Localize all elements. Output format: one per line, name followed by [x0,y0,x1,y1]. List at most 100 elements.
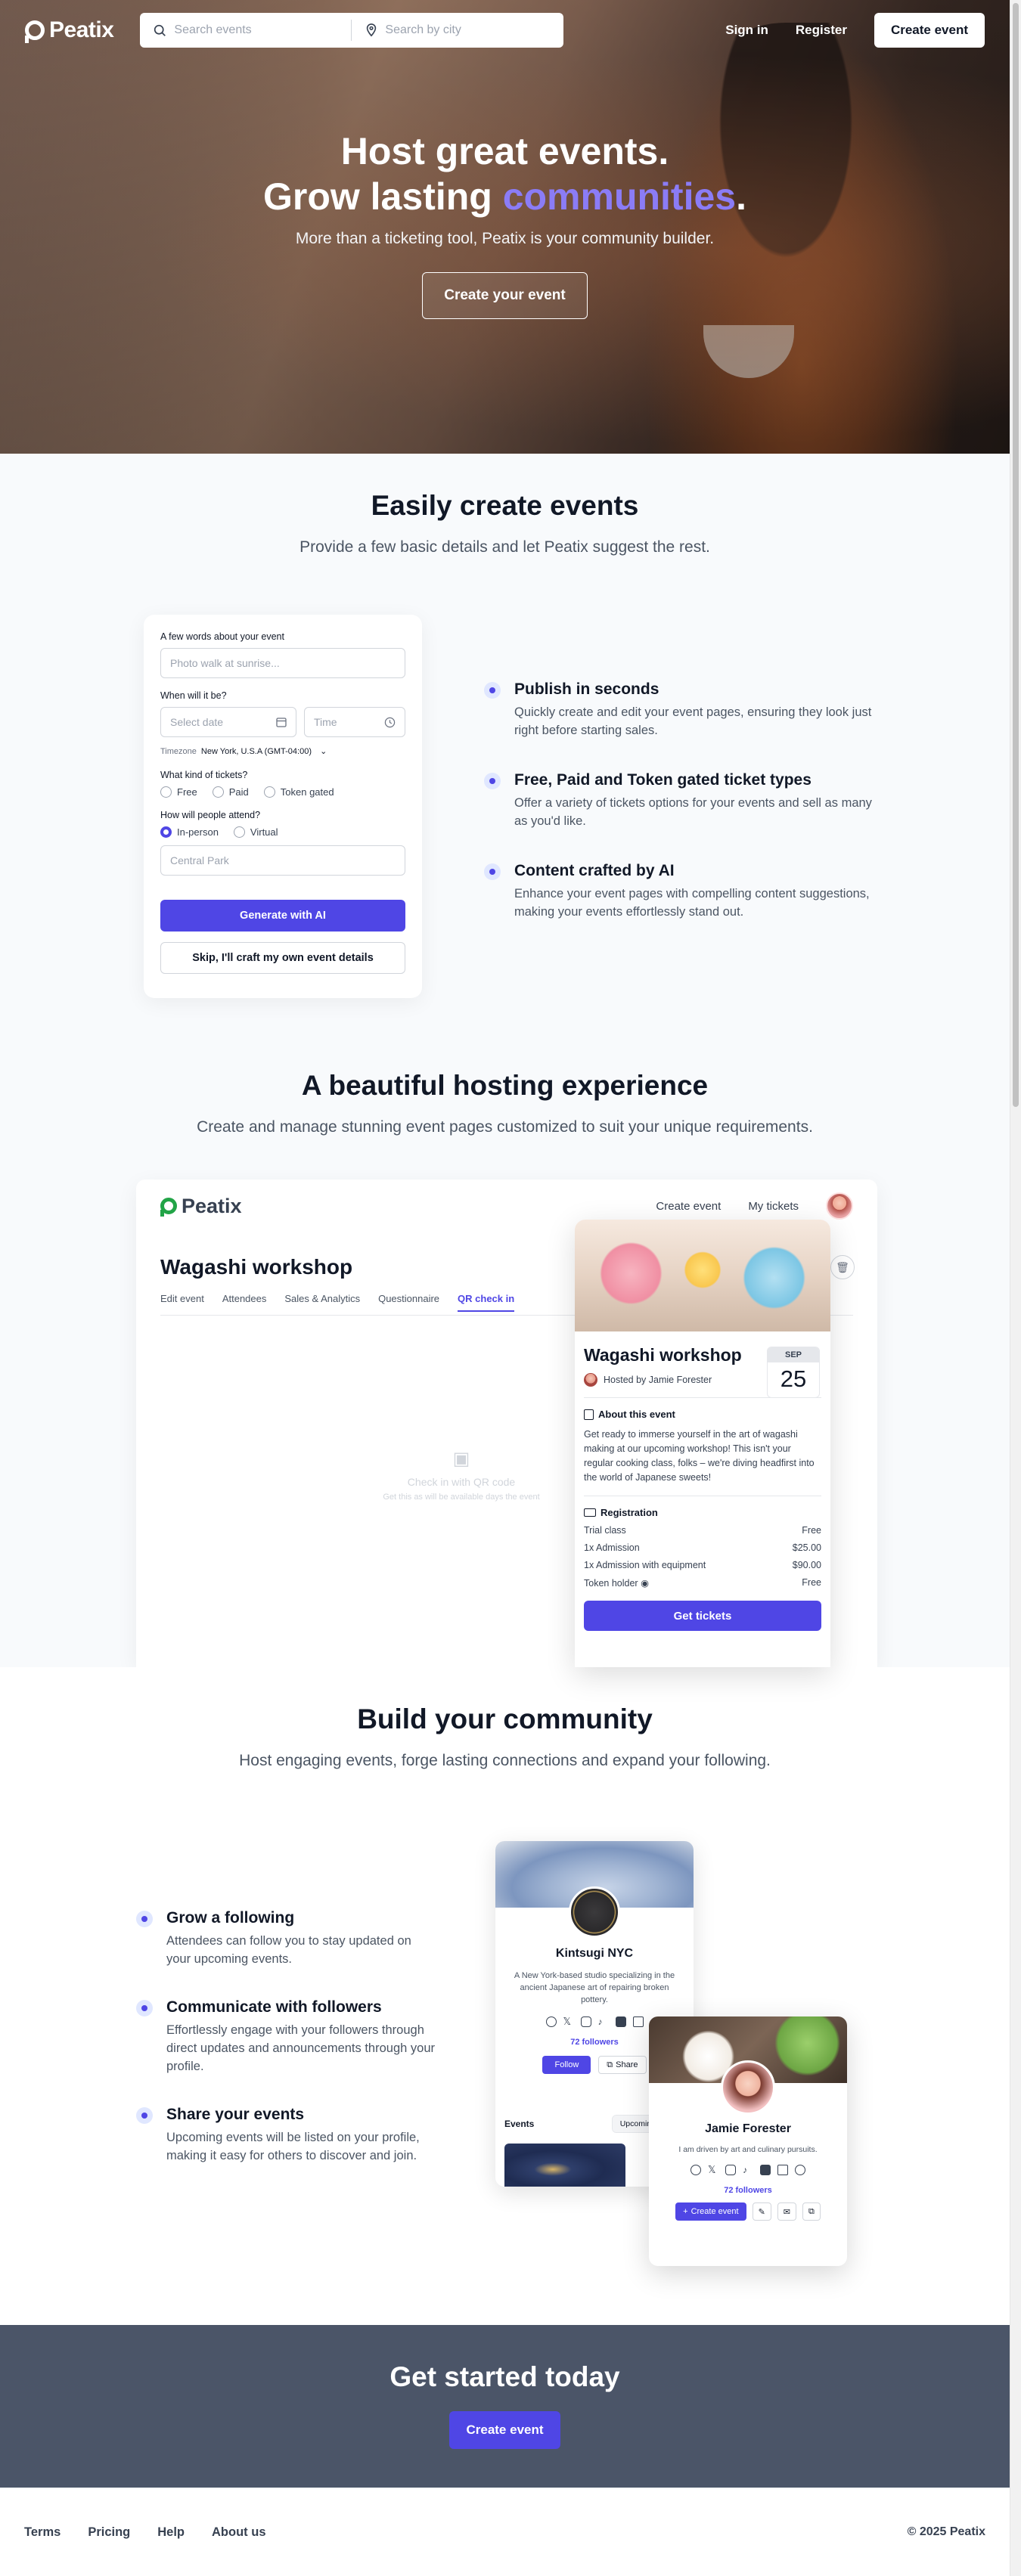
share-icon: ⧉ [808,2206,815,2216]
radio-label: In-person [177,826,219,838]
peatix-logo[interactable]: Peatix [25,17,114,43]
mock-event-tabs: Edit event Attendees Sales & Analytics Q… [160,1293,515,1312]
about-placeholder: Photo walk at sunrise... [170,657,280,669]
timezone-selector[interactable]: Timezone New York, U.S.A (GMT-04:00) ⌄ [160,746,405,756]
attend-option-virtual[interactable]: Virtual [233,826,278,838]
page: Peatix Search events Search by city Sign… [0,0,1010,2576]
attend-option-in-person[interactable]: In-person [160,826,219,838]
ticket-name: 1x Admission [584,1542,640,1553]
feature-title: Content crafted by AI [514,862,675,879]
mock-nav-links: Create event My tickets [656,1192,853,1220]
ticket-name: Token holder [584,1578,638,1589]
feature-item: Publish in seconds Quickly create and edi… [484,680,877,739]
bullet-dot-icon [136,2107,153,2124]
instagram-icon [580,2016,591,2027]
peatix-logo-text: Peatix [49,17,114,42]
ticket-option-paid[interactable]: Paid [212,786,249,798]
create-section-title: Easily create events [371,490,639,521]
generate-with-ai-button[interactable]: Generate with AI [160,900,405,932]
footer-link-about[interactable]: About us [212,2525,266,2540]
footer-links: Terms Pricing Help About us [24,2525,266,2540]
mock-create-event-link: Create event [656,1199,722,1213]
ticket-row: Token holder ◉ Free [584,1577,821,1589]
get-started-create-event-button[interactable]: Create event [449,2411,560,2449]
mock-my-tickets-link: My tickets [748,1199,799,1213]
profile-name: Jamie Forester [705,2122,791,2135]
chevron-down-icon: ⌄ [320,747,327,756]
date-input[interactable]: Select date [160,707,296,737]
time-input[interactable]: Time [304,707,405,737]
community-section-subtitle: Host engaging events, forge lasting conn… [239,1752,771,1769]
radio-label: Paid [228,786,249,798]
qr-empty-state: ▣ Check in with QR code Get this as will… [310,1448,613,1502]
sign-in-link[interactable]: Sign in [725,23,768,38]
radio-circle [263,786,275,798]
about-heading: About this event [584,1409,821,1420]
event-card-body: Wagashi workshop Hosted by Jamie Foreste… [575,1331,830,1631]
radio-circle-selected [160,826,172,838]
about-input[interactable]: Photo walk at sunrise... [160,648,405,678]
create-event-button[interactable]: Create event [874,13,985,48]
copyright: © 2025 Peatix [907,2525,985,2538]
register-link[interactable]: Register [796,23,847,38]
calendar-icon [276,718,287,727]
community-features-list: Grow a following Attendees can follow you… [136,1909,439,2195]
host-section-subtitle: Create and manage stunning event pages c… [197,1118,813,1136]
bullet-dot-icon [484,773,501,789]
location-input[interactable]: Central Park [160,845,405,876]
mock-event-title: Wagashi workshop [160,1255,353,1279]
create-section-subtitle: Provide a few basic details and let Peat… [299,538,710,556]
ticket-option-token-gated[interactable]: Token gated [263,786,334,798]
globe-icon [795,2165,805,2175]
community-section: Build your community Host engaging event… [0,1667,1010,2325]
about-text: Get ready to immerse yourself in the art… [584,1429,815,1483]
qr-empty-title: Check in with QR code [407,1476,516,1488]
hero-headline-line2-prefix: Grow lasting [262,175,503,218]
event-preview-card: Wagashi workshop Hosted by Jamie Foreste… [575,1220,830,1667]
search-events-input[interactable]: Search events [140,20,352,41]
wagashi-photo [575,1220,830,1331]
skip-button[interactable]: Skip, I'll craft my own event details [160,942,405,974]
scrollbar-thumb[interactable] [1013,3,1019,1107]
tiktok-icon: ♪ [597,2016,603,2027]
ticket-option-free[interactable]: Free [160,786,197,798]
footer-link-pricing[interactable]: Pricing [88,2525,130,2540]
linkedin-icon [777,2165,788,2175]
hero-headline-line1: Host great events. [340,130,669,172]
feature-item: Grow a following Attendees can follow you… [136,1909,439,1968]
share-button: ⧉ [802,2202,821,2221]
when-label: When will it be? [160,690,227,701]
facebook-icon [545,2016,557,2027]
create-event-small-button: + Create event [675,2202,746,2221]
feature-item: Share your events Upcoming events will be… [136,2106,439,2165]
ticket-name: Trial class [584,1525,626,1536]
events-label: Events [504,2119,535,2129]
search-city-input[interactable]: Search by city [352,13,474,48]
radio-circle [233,826,245,838]
document-icon [584,1409,594,1420]
community-section-title: Build your community [357,1703,653,1734]
host-section-title: A beautiful hosting experience [301,1070,709,1101]
radio-label: Free [177,786,197,798]
share-icon: ⧉ [607,2060,613,2069]
tab-sales-analytics: Sales & Analytics [284,1293,361,1304]
peatix-logo-icon [160,1198,177,1217]
ticket-row: 1x Admission $25.00 [584,1542,821,1553]
clock-icon [384,717,396,727]
create-event-label: Create event [690,2207,739,2216]
feature-text: Upcoming events will be listed on your p… [166,2131,420,2162]
event-day: 25 [780,1365,807,1392]
tab-qr-check-in: QR check in [458,1293,515,1312]
footer-link-terms[interactable]: Terms [24,2525,61,2540]
attend-label: How will people attend? [160,810,261,820]
footer-link-help[interactable]: Help [157,2525,185,2540]
vertical-scrollbar[interactable] [1010,0,1021,2576]
profile-description: A New York-based studio specializing in … [514,1971,675,2004]
bullet-dot-icon [484,682,501,699]
hero-create-event-button[interactable]: Create your event [422,272,588,319]
radio-label: Virtual [250,826,278,838]
profile-description: I am driven by art and culinary pursuits… [678,2145,818,2154]
token-icon: ◉ [641,1578,649,1589]
feature-text: Quickly create and edit your event pages… [514,705,872,737]
nav-actions: Sign in Register Create event [725,13,985,48]
